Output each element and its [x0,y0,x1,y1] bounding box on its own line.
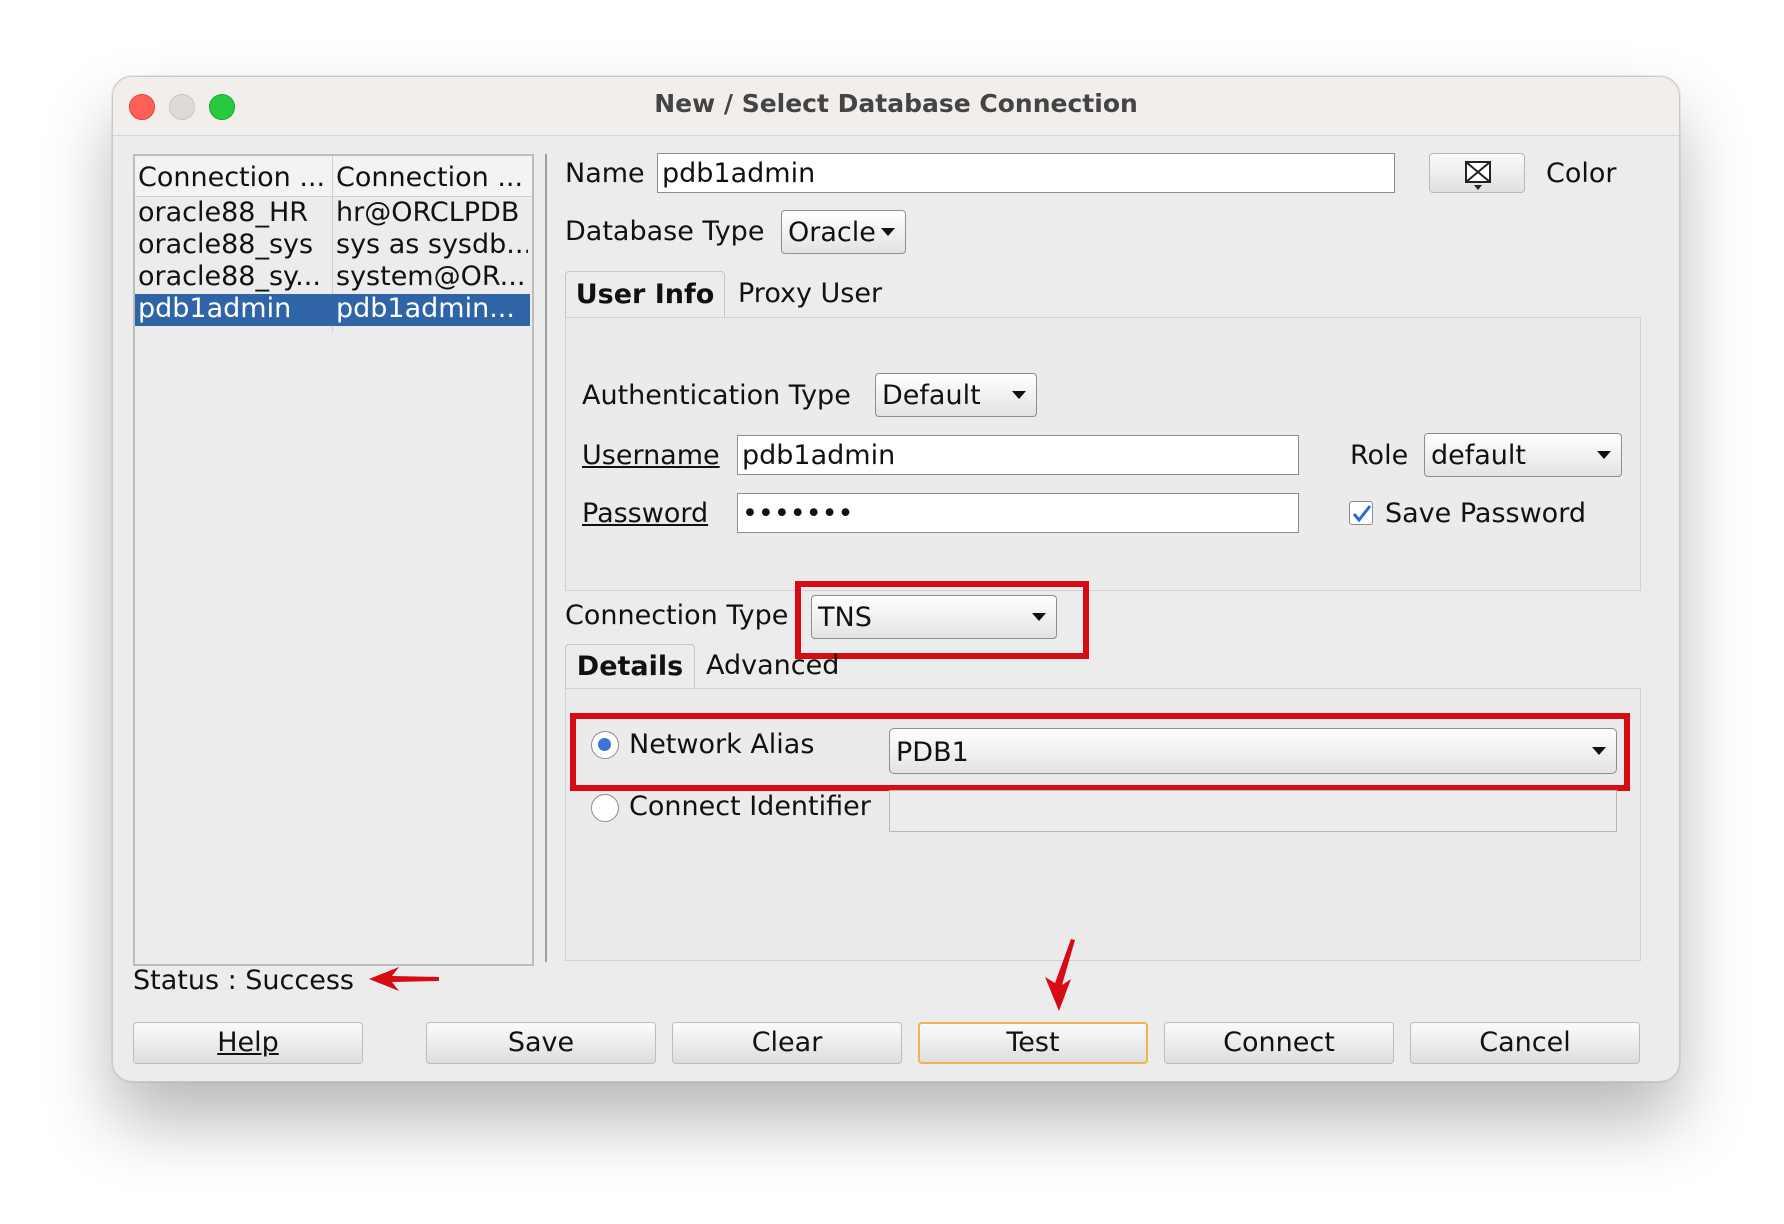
split-pane-divider[interactable] [545,154,547,962]
tab-advanced[interactable]: Advanced [706,650,839,681]
connection-details: pdb1admin... [336,293,515,324]
connect-identifier-radio[interactable] [591,794,619,822]
tab-user-info[interactable]: User Info [565,271,725,319]
database-type-value: Oracle [788,217,876,248]
dialog-window: New / Select Database Connection Connect… [112,76,1680,1082]
tab-proxy-user[interactable]: Proxy User [738,278,882,309]
clear-button-label: Clear [751,1027,823,1058]
authentication-type-dropdown[interactable]: Default [875,373,1037,417]
connect-button[interactable]: Connect [1164,1022,1394,1064]
connection-row[interactable]: oracle88_sys sys as sysdb... [135,229,530,262]
window-title: New / Select Database Connection [654,89,1138,118]
cancel-button[interactable]: Cancel [1410,1022,1640,1064]
color-swatch-icon [1465,161,1491,190]
authentication-type-label: Authentication Type [582,380,851,411]
chevron-down-icon [1012,391,1026,399]
connection-details: sys as sysdb... [336,229,528,260]
connection-row[interactable]: oracle88_sy... system@OR... [135,261,530,294]
help-button[interactable]: Help [133,1022,363,1064]
connection-row-selected[interactable]: pdb1admin pdb1admin... [135,293,530,326]
connection-name: pdb1admin [138,293,292,324]
network-alias-highlight [570,713,1630,791]
connection-details: hr@ORCLPDB [336,197,520,228]
connect-button-label: Connect [1223,1027,1335,1058]
authentication-type-value: Default [882,380,981,411]
database-type-dropdown[interactable]: Oracle [781,210,906,254]
checkmark-icon [1352,505,1372,523]
role-label: Role [1350,440,1409,471]
chevron-down-icon [1597,451,1611,459]
save-password-checkbox[interactable] [1349,501,1373,525]
column-header-connection-details[interactable]: Connection ... [336,162,528,193]
test-button-label: Test [1006,1027,1060,1058]
status-text: Status : Success [133,965,354,996]
connection-list-header: Connection ... Connection ... [135,156,532,197]
save-button[interactable]: Save [426,1022,656,1064]
connection-name: oracle88_sys [138,229,314,260]
role-dropdown[interactable]: default [1424,433,1622,477]
connection-type-label: Connection Type [565,600,789,631]
connection-name: oracle88_sy... [138,261,321,292]
connection-list[interactable]: Connection ... Connection ... oracle88_H… [133,154,534,966]
save-button-label: Save [507,1027,575,1058]
color-picker-button[interactable] [1429,153,1525,193]
name-label: Name [565,158,645,189]
tab-details[interactable]: Details [565,644,695,690]
username-field[interactable] [737,435,1299,475]
clear-button[interactable]: Clear [672,1022,902,1064]
help-button-label: Help [217,1027,279,1058]
connect-identifier-field[interactable] [889,790,1617,832]
role-value: default [1431,440,1527,471]
password-label: Password [582,498,709,529]
title-bar: New / Select Database Connection [113,77,1679,136]
username-label: Username [582,440,720,471]
connect-identifier-label[interactable]: Connect Identifier [629,791,871,822]
red-arrow-left-icon [369,967,439,991]
save-password-label[interactable]: Save Password [1385,498,1586,529]
connection-name: oracle88_HR [138,197,309,228]
database-type-label: Database Type [565,216,765,247]
name-field[interactable] [657,153,1395,193]
color-label: Color [1546,158,1617,189]
test-button[interactable]: Test [918,1022,1148,1064]
chevron-down-icon [881,228,895,236]
red-arrow-down-icon [1045,939,1075,1011]
column-header-connection-name[interactable]: Connection ... [138,162,330,193]
connection-row[interactable]: oracle88_HR hr@ORCLPDB [135,197,530,230]
password-field[interactable] [737,493,1299,533]
connection-details: system@OR... [336,261,526,292]
cancel-button-label: Cancel [1479,1027,1571,1058]
connection-type-highlight [795,581,1089,659]
